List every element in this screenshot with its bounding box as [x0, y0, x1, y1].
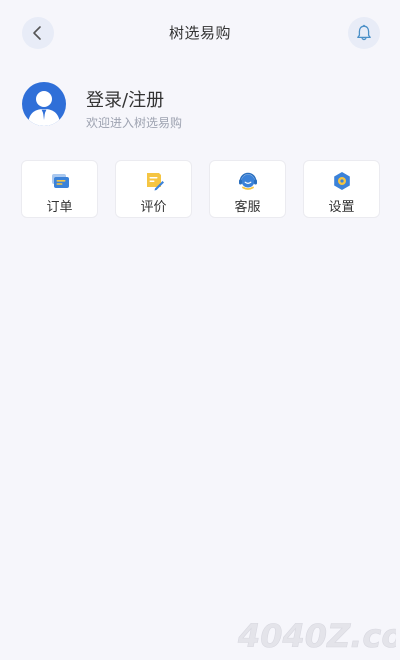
- svg-text:4040Z.com: 4040Z.com: [237, 617, 396, 655]
- user-avatar-icon[interactable]: [22, 82, 66, 126]
- action-label: 客服: [234, 200, 261, 215]
- review-icon: [147, 173, 164, 191]
- action-label: 设置: [328, 200, 355, 215]
- watermark-logo: 4040Z.com: [237, 617, 396, 656]
- profile-page: 树选易购 登录/注册 欢迎进入树选易购 订单 评价 客服 设置 4040Z.c: [0, 0, 400, 660]
- login-section[interactable]: 登录/注册 欢迎进入树选易购: [22, 82, 362, 130]
- action-orders[interactable]: 订单: [21, 160, 98, 218]
- welcome-text: 欢迎进入树选易购: [86, 116, 183, 130]
- action-label: 评价: [140, 200, 167, 215]
- header-bar: 树选易购: [0, 0, 400, 64]
- action-customer-service[interactable]: 客服: [209, 160, 286, 218]
- login-register-link[interactable]: 登录/注册: [86, 86, 164, 112]
- page-title: 树选易购: [168, 24, 231, 42]
- order-icon: [52, 174, 69, 188]
- customer-service-icon: [239, 172, 257, 190]
- action-label: 订单: [46, 200, 73, 215]
- quick-actions: 订单 评价 客服 设置: [21, 160, 381, 218]
- action-settings[interactable]: 设置: [303, 160, 380, 218]
- settings-icon: [334, 172, 350, 190]
- notification-button[interactable]: [348, 17, 380, 49]
- action-reviews[interactable]: 评价: [115, 160, 192, 218]
- bell-icon: [357, 24, 371, 41]
